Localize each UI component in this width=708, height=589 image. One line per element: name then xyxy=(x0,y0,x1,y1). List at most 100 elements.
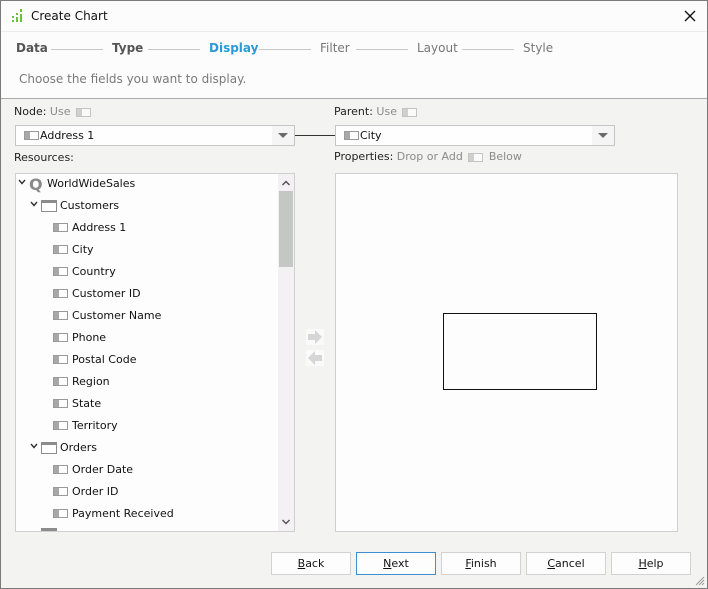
step-type[interactable]: Type xyxy=(112,41,143,55)
tree-scrollbar[interactable] xyxy=(278,174,294,531)
node-selected: Address 1 xyxy=(40,129,95,142)
table-icon xyxy=(41,528,57,531)
step-layout[interactable]: Layout xyxy=(417,41,458,55)
step-style[interactable]: Style xyxy=(523,41,553,55)
resources-label: Resources: xyxy=(14,151,74,164)
field-icon xyxy=(402,107,418,117)
step-display[interactable]: Display xyxy=(209,41,258,55)
properties-label-row: Properties: Drop or Add Below xyxy=(334,150,522,163)
parent-label-row: Parent: Use xyxy=(334,105,419,118)
tree-field[interactable]: Customer Name xyxy=(16,306,278,326)
table-icon xyxy=(41,200,57,212)
step-data[interactable]: Data xyxy=(16,41,48,55)
field-icon xyxy=(24,131,39,140)
arrow-right-icon[interactable] xyxy=(306,329,324,345)
step-separator xyxy=(259,49,311,50)
chevron-down-icon[interactable] xyxy=(30,442,38,450)
tree-field[interactable]: Country xyxy=(16,262,278,282)
step-description: Choose the fields you want to display. xyxy=(19,72,247,86)
properties-hint-after: Below xyxy=(488,150,522,163)
field-icon xyxy=(75,107,91,117)
tree-field[interactable]: Phone xyxy=(16,328,278,348)
properties-panel[interactable] xyxy=(335,173,678,532)
field-label: Postal Code xyxy=(72,353,137,366)
node-hint: Use xyxy=(49,105,71,118)
field-icon xyxy=(53,267,68,276)
field-label: Region xyxy=(72,375,110,388)
tree-row-partial xyxy=(16,526,278,531)
parent-hint: Use xyxy=(376,105,397,118)
close-icon[interactable] xyxy=(681,7,699,25)
tree-root[interactable]: Q WorldWideSales xyxy=(16,174,278,194)
cancel-label: ancel xyxy=(555,557,585,570)
tree-root-label: WorldWideSales xyxy=(47,177,136,190)
field-icon xyxy=(468,152,484,162)
chart-bars-icon xyxy=(12,9,22,22)
chevron-down-icon[interactable] xyxy=(30,200,38,208)
tree-field[interactable]: Region xyxy=(16,372,278,392)
help-label: elp xyxy=(646,557,664,570)
field-icon xyxy=(53,311,68,320)
tree-field[interactable]: Order Date xyxy=(16,460,278,480)
field-label: Customer ID xyxy=(72,287,141,300)
help-mnemonic: H xyxy=(638,557,647,570)
chevron-down-icon[interactable] xyxy=(18,178,26,186)
finish-label: inish xyxy=(470,557,497,570)
chevron-down-icon[interactable] xyxy=(592,126,614,145)
field-icon xyxy=(53,465,68,474)
tree-table-customers[interactable]: Customers xyxy=(16,196,278,216)
properties-label: Properties: xyxy=(334,150,394,163)
parent-selected: City xyxy=(360,129,382,142)
wizard-steps: Data Type Display Filter Layout Style xyxy=(16,41,696,59)
finish-button[interactable]: Finish xyxy=(441,552,521,575)
properties-hint-before: Drop or Add xyxy=(396,150,463,163)
cancel-button[interactable]: Cancel xyxy=(526,552,606,575)
node-label: Node: xyxy=(14,105,47,118)
tree-field[interactable]: State xyxy=(16,394,278,414)
chevron-down-icon[interactable] xyxy=(272,126,294,145)
node-preview-box xyxy=(443,313,597,390)
chevron-down-icon[interactable] xyxy=(281,517,291,527)
field-icon xyxy=(53,509,68,518)
field-label: Customer Name xyxy=(72,309,162,322)
node-dropdown[interactable]: Address 1 xyxy=(15,125,295,146)
step-separator xyxy=(462,49,514,50)
next-button[interactable]: Next xyxy=(356,552,436,575)
field-icon xyxy=(53,377,68,386)
resources-tree: Q WorldWideSales Customers Address 1 Cit… xyxy=(15,173,295,532)
field-icon xyxy=(53,399,68,408)
help-button[interactable]: Help xyxy=(611,552,691,575)
field-icon xyxy=(53,487,68,496)
arrow-left-icon[interactable] xyxy=(306,350,324,366)
step-filter[interactable]: Filter xyxy=(320,41,350,55)
field-icon xyxy=(53,289,68,298)
chevron-up-icon[interactable] xyxy=(281,178,291,188)
field-icon xyxy=(53,333,68,342)
cancel-mnemonic: C xyxy=(547,557,556,570)
field-icon xyxy=(53,355,68,364)
create-chart-dialog: Create Chart Data Type Display Filter La… xyxy=(0,0,708,589)
scrollbar-thumb[interactable] xyxy=(279,191,293,267)
resize-grip-icon[interactable] xyxy=(693,574,705,586)
next-label: ext xyxy=(391,557,409,570)
step-separator xyxy=(356,49,408,50)
title-bar: Create Chart xyxy=(1,1,707,32)
tree-field[interactable]: City xyxy=(16,240,278,260)
field-icon xyxy=(53,245,68,254)
node-parent-connector xyxy=(295,135,335,136)
tree-field[interactable]: Payment Received xyxy=(16,504,278,524)
field-label: Phone xyxy=(72,331,107,344)
tree-field[interactable]: Territory xyxy=(16,416,278,436)
tree-field[interactable]: Address 1 xyxy=(16,218,278,238)
tree-field[interactable]: Postal Code xyxy=(16,350,278,370)
back-button[interactable]: Back xyxy=(271,552,351,575)
tree-field[interactable]: Order ID xyxy=(16,482,278,502)
parent-dropdown[interactable]: City xyxy=(335,125,615,146)
field-label: Country xyxy=(72,265,116,278)
field-label: Address 1 xyxy=(72,221,127,234)
tree-field[interactable]: Customer ID xyxy=(16,284,278,304)
field-icon xyxy=(53,223,68,232)
back-label: ack xyxy=(305,557,325,570)
table-label: Orders xyxy=(60,441,97,454)
tree-table-orders[interactable]: Orders xyxy=(16,438,278,458)
